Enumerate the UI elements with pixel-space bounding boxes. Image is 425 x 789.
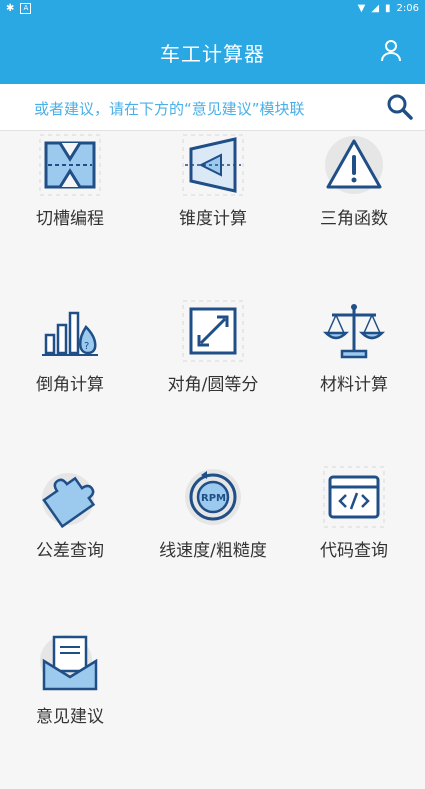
status-time: 2:06 [396,3,419,14]
scale-icon [322,304,386,359]
app-title: 车工计算器 [160,42,265,66]
tile-label: 倒角计算 [36,375,104,395]
warning-triangle-icon [325,136,383,194]
bug-icon: ✱ [6,3,15,14]
tile-feedback[interactable]: 意见建议 [0,629,140,789]
tile-speed[interactable]: RPM 线速度/粗糙度 [143,463,283,623]
tile-taper[interactable]: 锥度计算 [143,131,283,291]
mail-letter-icon [40,635,98,691]
tile-label: 线速度/粗糙度 [159,541,267,561]
code-window-icon [323,466,385,528]
tile-code[interactable]: 代码查询 [284,463,424,623]
tile-label: 切槽编程 [36,209,104,229]
taper-icon [182,134,244,196]
tile-trig[interactable]: 三角函数 [284,131,424,291]
tile-grooving[interactable]: 切槽编程 [0,131,140,291]
status-bar: ✱ A ▼ ◢ ▮ 2:06 [0,0,425,18]
tile-label: 锥度计算 [179,209,247,229]
chamfer-chart-icon: ? [42,311,98,356]
notification-a-icon: A [20,3,32,14]
tile-label: 三角函数 [320,209,388,229]
marquee-text: 或者建议，请在下方的“意见建议”模块联 [34,100,305,118]
tile-label: 代码查询 [320,541,388,561]
svg-text:?: ? [84,341,89,352]
tile-tolerance[interactable]: 公差查询 [0,463,140,623]
tile-label: 对角/圆等分 [167,375,259,395]
battery-icon: ▮ [385,3,391,14]
grooving-icon [39,134,101,196]
diagonal-arrow-icon [182,300,244,362]
tile-label: 材料计算 [320,375,388,395]
search-icon[interactable] [387,94,413,120]
tile-diagonal[interactable]: 对角/圆等分 [143,297,283,457]
svg-text:RPM: RPM [201,493,226,504]
notice-marquee: 或者建议，请在下方的“意见建议”模块联 [0,84,425,131]
tile-chamfer[interactable]: ? 倒角计算 [0,297,140,457]
signal-icon: ◢ [371,3,380,14]
wifi-icon: ▼ [357,3,366,14]
user-icon[interactable] [379,38,403,62]
tile-label: 意见建议 [36,707,104,727]
rpm-icon: RPM [185,469,241,525]
puzzle-icon [42,473,96,529]
app-bar: 车工计算器 [0,18,425,84]
tile-label: 公差查询 [36,541,104,561]
tile-material[interactable]: 材料计算 [284,297,424,457]
